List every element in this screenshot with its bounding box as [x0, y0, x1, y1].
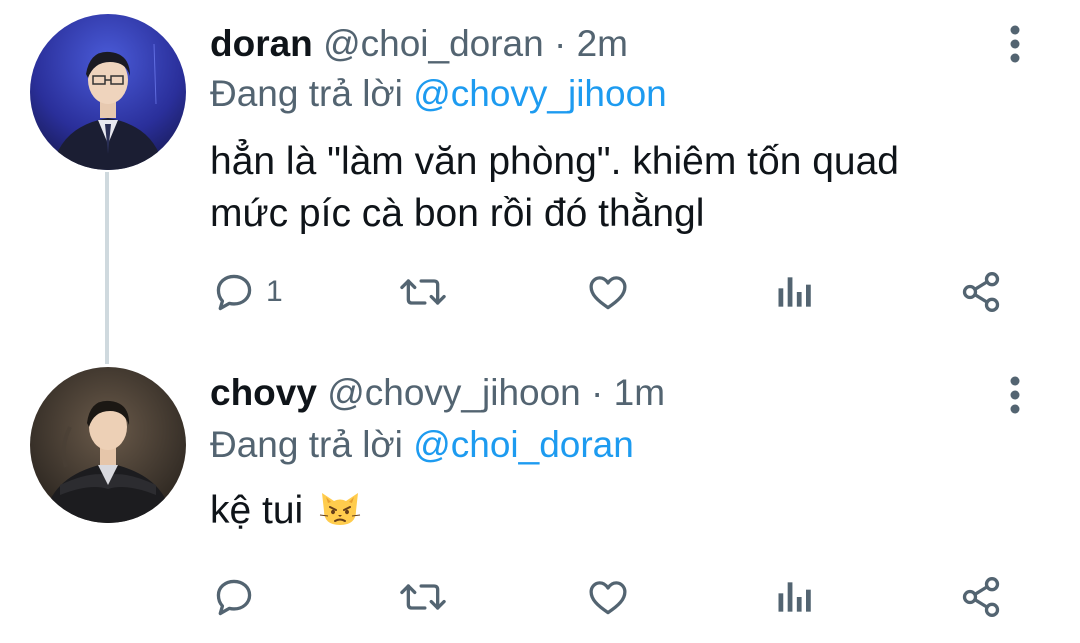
share-icon	[958, 270, 1004, 314]
analytics-button[interactable]	[775, 567, 815, 627]
share-button[interactable]	[958, 262, 1004, 322]
separator: ·	[554, 23, 567, 64]
mention-link[interactable]: @choi_doran	[413, 424, 634, 465]
replying-to: Đang trả lời @choi_doran	[210, 423, 634, 467]
like-button[interactable]	[585, 262, 631, 322]
replying-to-label: Đang trả lời	[210, 73, 403, 114]
timestamp[interactable]: 1m	[614, 372, 665, 413]
timestamp[interactable]: 2m	[577, 23, 628, 64]
pouting-cat-emoji	[318, 485, 362, 529]
tweet-text-line: hẳn là "làm văn phòng". khiêm tốn quad	[210, 140, 899, 183]
more-vertical-icon[interactable]	[1000, 375, 1030, 415]
analytics-icon	[775, 270, 815, 314]
reply-count: 1	[266, 275, 283, 308]
tweet-text: hẳn là "làm văn phòng". khiêm tốn quad m…	[210, 136, 1030, 240]
tweet[interactable]: doran @choi_doran · 2m Đang trả lời @cho…	[0, 0, 1080, 350]
analytics-icon	[775, 575, 815, 619]
reply-icon	[212, 270, 256, 314]
retweet-icon	[398, 575, 448, 619]
avatar[interactable]	[30, 14, 186, 170]
tweet-header: doran @choi_doran · 2m	[210, 22, 628, 66]
retweet-icon	[398, 270, 448, 314]
user-handle[interactable]: @choi_doran	[323, 23, 544, 64]
replying-to-label: Đang trả lời	[210, 424, 403, 465]
share-icon	[958, 575, 1004, 619]
tweet[interactable]: chovy @chovy_jihoon · 1m Đang trả lời @c…	[0, 355, 1080, 643]
avatar[interactable]	[30, 367, 186, 523]
retweet-button[interactable]	[398, 262, 448, 322]
tweet-header: chovy @chovy_jihoon · 1m	[210, 371, 665, 415]
tweet-text: kệ tui	[210, 485, 1030, 537]
heart-icon	[585, 270, 631, 314]
display-name[interactable]: chovy	[210, 372, 317, 413]
reply-button[interactable]: 1	[212, 262, 283, 322]
more-vertical-icon[interactable]	[1000, 24, 1030, 64]
separator: ·	[591, 372, 604, 413]
tweet-text-line: kệ tui	[210, 489, 304, 532]
reply-button[interactable]	[212, 567, 266, 627]
tweet-text-line: mức píc cà bon rồi đó thằngl	[210, 192, 705, 235]
heart-icon	[585, 575, 631, 619]
display-name[interactable]: doran	[210, 23, 313, 64]
share-button[interactable]	[958, 567, 1004, 627]
analytics-button[interactable]	[775, 262, 815, 322]
user-handle[interactable]: @chovy_jihoon	[327, 372, 581, 413]
replying-to: Đang trả lời @chovy_jihoon	[210, 72, 667, 116]
retweet-button[interactable]	[398, 567, 448, 627]
like-button[interactable]	[585, 567, 631, 627]
mention-link[interactable]: @chovy_jihoon	[413, 73, 667, 114]
reply-icon	[212, 575, 256, 619]
action-bar: 1	[0, 262, 1080, 322]
action-bar	[0, 567, 1080, 627]
